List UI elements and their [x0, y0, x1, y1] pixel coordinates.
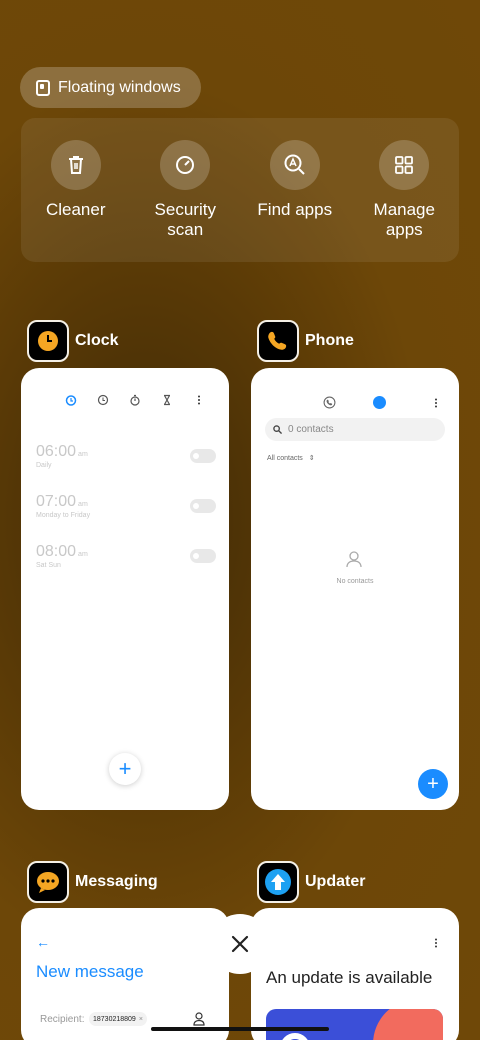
- messaging-app-name: Messaging: [75, 873, 158, 890]
- alarm-item[interactable]: 07:00 am Monday to Friday: [36, 493, 216, 519]
- manage-apps-label: Manage apps: [373, 200, 435, 239]
- phone-app-header[interactable]: Phone: [257, 320, 354, 362]
- updater-app-icon: [257, 861, 299, 903]
- alarm-toggle[interactable]: [190, 499, 216, 513]
- phone-app-icon: [257, 320, 299, 362]
- phone-app-card[interactable]: 0 contacts All contacts ⇕ No contacts +: [251, 368, 459, 810]
- close-icon: [231, 935, 249, 953]
- update-banner: [266, 1009, 443, 1040]
- floating-window-icon: [36, 79, 50, 96]
- alarm-time: 07:00: [36, 493, 77, 510]
- close-all-button[interactable]: [210, 914, 270, 974]
- add-contact-button[interactable]: +: [418, 769, 448, 799]
- more-options-icon[interactable]: [430, 937, 442, 949]
- messaging-app-card[interactable]: ← New message Recipient: 18730218809 ×: [21, 908, 229, 1040]
- alarm-time: 08:00: [36, 543, 77, 560]
- no-contacts-text: No contacts: [336, 578, 374, 585]
- world-clock-icon[interactable]: [97, 394, 109, 406]
- more-options-icon[interactable]: [430, 397, 442, 409]
- recents-icon[interactable]: [323, 396, 336, 409]
- alarm-repeat: Sat Sun: [36, 562, 61, 569]
- alarm-repeat: Monday to Friday: [36, 512, 91, 519]
- messaging-app-header[interactable]: Messaging: [27, 861, 158, 903]
- contacts-tab-icon[interactable]: [373, 396, 386, 409]
- security-scan-label: Security scan: [154, 200, 216, 239]
- contact-picker-icon[interactable]: [193, 1012, 205, 1026]
- alarm-ampm: am: [78, 551, 88, 558]
- find-apps-icon: [269, 140, 320, 190]
- home-indicator[interactable]: [151, 1027, 329, 1031]
- floating-windows-button[interactable]: Floating windows: [20, 67, 201, 108]
- updater-app-header[interactable]: Updater: [257, 861, 365, 903]
- alarm-ampm: am: [78, 451, 88, 458]
- back-arrow-icon[interactable]: ←: [36, 934, 50, 950]
- messaging-app-icon: [27, 861, 69, 903]
- stopwatch-icon[interactable]: [129, 394, 141, 406]
- remove-recipient-icon[interactable]: ×: [139, 1016, 143, 1023]
- contacts-search-input[interactable]: 0 contacts: [265, 418, 445, 441]
- trash-icon: [50, 140, 101, 190]
- add-alarm-button[interactable]: +: [109, 753, 141, 785]
- quick-tools-panel: Cleaner Security scan Find apps Manage a…: [21, 118, 459, 262]
- find-apps-button[interactable]: Find apps: [245, 140, 345, 262]
- security-scan-icon: [160, 140, 211, 190]
- alarm-toggle[interactable]: [190, 449, 216, 463]
- security-scan-button[interactable]: Security scan: [135, 140, 235, 262]
- alarm-icon[interactable]: [65, 394, 77, 406]
- alarm-repeat: Daily: [36, 462, 52, 469]
- phone-app-name: Phone: [305, 332, 354, 349]
- recipient-number: 18730218809: [93, 1015, 136, 1023]
- recipient-label: Recipient:: [40, 1014, 85, 1025]
- contacts-search-placeholder: 0 contacts: [288, 424, 334, 435]
- alarm-time: 06:00: [36, 443, 77, 460]
- clock-app-header[interactable]: Clock: [27, 320, 119, 362]
- cleaner-label: Cleaner: [45, 200, 106, 219]
- empty-person-icon: [346, 551, 362, 568]
- grid-icon: [379, 140, 430, 190]
- floating-windows-label: Floating windows: [58, 78, 181, 96]
- recipient-chip[interactable]: 18730218809 ×: [89, 1012, 147, 1026]
- alarm-item[interactable]: 06:00 am Daily: [36, 443, 216, 469]
- new-message-title: New message: [36, 962, 144, 981]
- alarm-ampm: am: [78, 501, 88, 508]
- alarm-item[interactable]: 08:00 am Sat Sun: [36, 543, 216, 569]
- cleaner-button[interactable]: Cleaner: [26, 140, 126, 262]
- update-available-title: An update is available: [266, 968, 433, 987]
- clock-app-card[interactable]: 06:00 am Daily 07:00 am Monday to Friday 0…: [21, 368, 229, 810]
- clock-app-icon: [27, 320, 69, 362]
- contacts-filter[interactable]: All contacts ⇕: [267, 454, 315, 462]
- updater-app-name: Updater: [305, 873, 366, 890]
- alarm-toggle[interactable]: [190, 549, 216, 563]
- manage-apps-button[interactable]: Manage apps: [354, 140, 454, 262]
- search-icon: [273, 425, 282, 434]
- clock-tabs: [65, 394, 205, 406]
- more-options-icon[interactable]: [193, 394, 205, 406]
- clock-app-name: Clock: [75, 332, 119, 349]
- timer-icon[interactable]: [161, 394, 173, 406]
- updater-app-card[interactable]: An update is available: [251, 908, 459, 1040]
- sort-arrows-icon: ⇕: [308, 455, 315, 462]
- find-apps-label: Find apps: [257, 200, 333, 219]
